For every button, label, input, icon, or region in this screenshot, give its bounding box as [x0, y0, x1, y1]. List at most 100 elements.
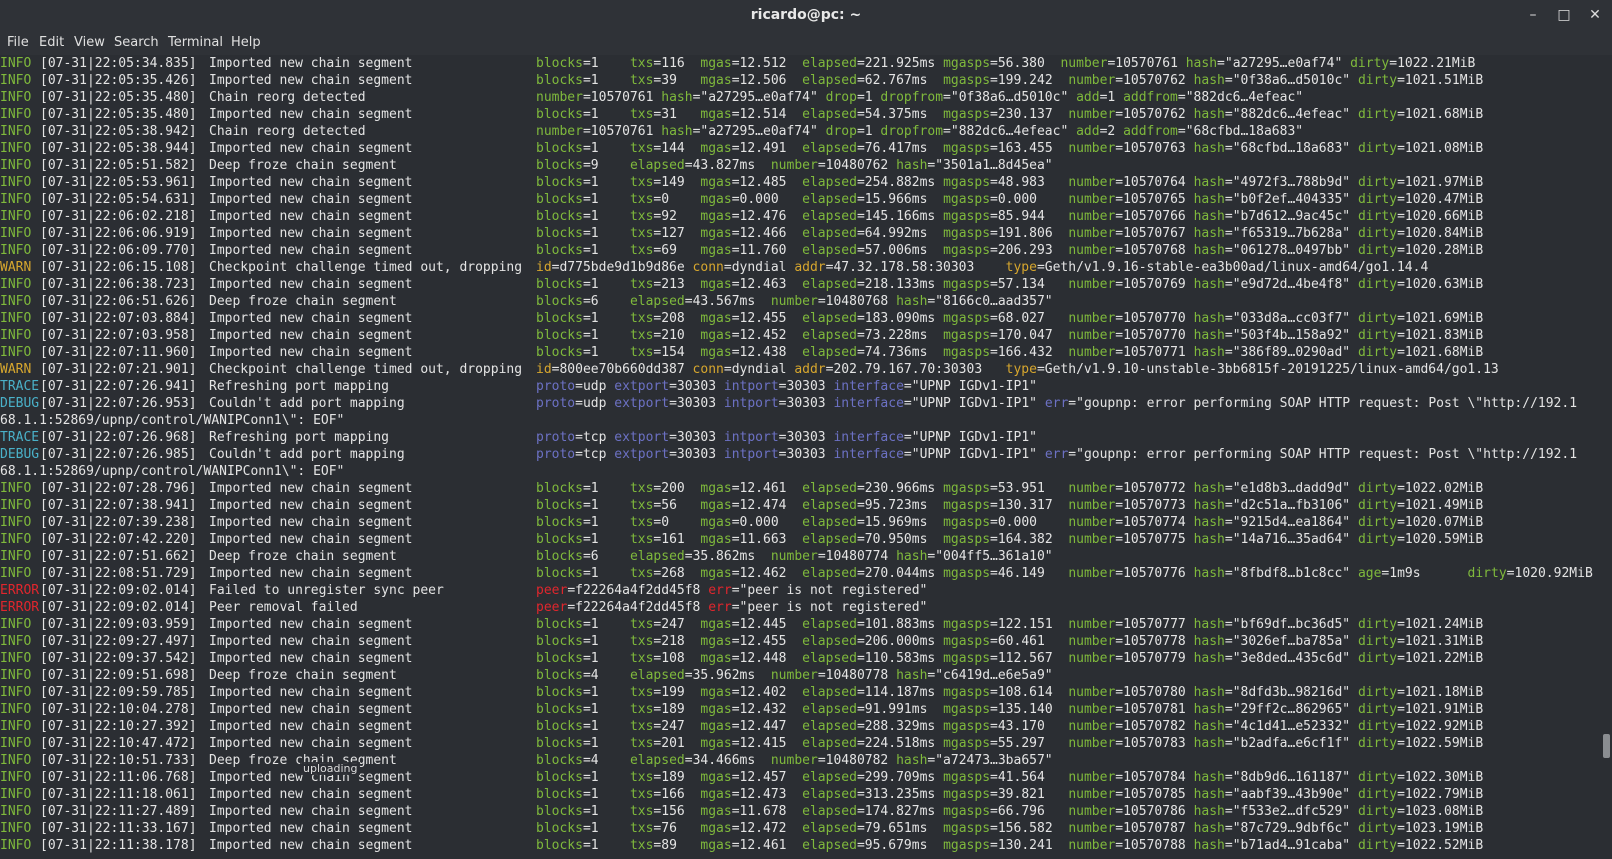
log-fields: blocks=1 txs=247 mgas=12.445 elapsed=101… — [536, 617, 1484, 632]
log-message: Checkpoint challenge timed out, dropping — [209, 362, 523, 377]
log-message: Imported new chain segment — [209, 311, 413, 326]
log-message: Imported new chain segment — [209, 141, 413, 156]
log-level: INFO — [0, 753, 32, 768]
log-timestamp: [07-31|22:07:21.901] — [40, 362, 197, 377]
scrollbar-thumb[interactable] — [1603, 734, 1610, 758]
log-level: INFO — [0, 719, 32, 734]
log-line: INFO [07-31|22:05:34.835] Imported new cha… — [0, 55, 1600, 72]
log-fields: blocks=1 txs=69 mgas=11.760 elapsed=57.0… — [536, 243, 1484, 258]
log-fields: blocks=1 txs=149 mgas=12.485 elapsed=254… — [536, 175, 1484, 190]
log-level: INFO — [0, 243, 32, 258]
log-line: INFO [07-31|22:06:51.626] Deep froze chain… — [0, 293, 1600, 310]
log-message: Deep froze chain segment — [209, 668, 397, 683]
maximize-icon[interactable]: □ — [1553, 4, 1575, 26]
log-message: Imported new chain segment — [209, 685, 413, 700]
menu-search[interactable]: Search — [114, 35, 159, 50]
log-message: Deep froze chain segment — [209, 549, 397, 564]
log-level: INFO — [0, 311, 32, 326]
log-timestamp: [07-31|22:11:38.178] — [40, 838, 197, 853]
log-line: INFO [07-31|22:05:53.961] Imported new cha… — [0, 174, 1600, 191]
log-level: INFO — [0, 804, 32, 819]
log-line: INFO [07-31|22:05:38.942] Chain reorg dete… — [0, 123, 1600, 140]
log-message: Deep froze chain segment — [209, 294, 397, 309]
log-fields: blocks=1 txs=166 mgas=12.473 elapsed=313… — [536, 787, 1484, 802]
log-fields: proto=udp extport=30303 intport=30303 in… — [536, 396, 1578, 411]
log-fields: blocks=1 txs=268 mgas=12.462 elapsed=270… — [536, 566, 1593, 581]
log-message: Imported new chain segment — [209, 736, 413, 751]
log-line: 68.1.1:52869/upnp/control/WANIPConn1\": … — [0, 412, 1600, 429]
log-timestamp: [07-31|22:09:37.542] — [40, 651, 197, 666]
log-level: INFO — [0, 175, 32, 190]
log-message: Imported new chain segment — [209, 243, 413, 258]
log-timestamp: [07-31|22:11:06.768] — [40, 770, 197, 785]
log-level: INFO — [0, 107, 32, 122]
log-line: WARN [07-31|22:07:21.901] Checkpoint chall… — [0, 361, 1600, 378]
log-line: INFO [07-31|22:06:09.770] Imported new cha… — [0, 242, 1600, 259]
title-bar: ricardo@pc: ~ – □ ✕ — [0, 0, 1612, 31]
log-message: Imported new chain segment — [209, 107, 413, 122]
log-timestamp: [07-31|22:11:27.489] — [40, 804, 197, 819]
log-fields: blocks=1 txs=56 mgas=12.474 elapsed=95.7… — [536, 498, 1484, 513]
log-fields: blocks=1 txs=144 mgas=12.491 elapsed=76.… — [536, 141, 1484, 156]
scrollbar[interactable] — [1600, 55, 1612, 859]
log-level: INFO — [0, 702, 32, 717]
log-timestamp: [07-31|22:07:38.941] — [40, 498, 197, 513]
log-message: Imported new chain segment — [209, 821, 413, 836]
log-timestamp: [07-31|22:05:38.942] — [40, 124, 197, 139]
log-timestamp: [07-31|22:07:03.884] — [40, 311, 197, 326]
log-timestamp: [07-31|22:09:03.959] — [40, 617, 197, 632]
log-line: INFO [07-31|22:05:35.426] Imported new cha… — [0, 72, 1600, 89]
log-level: TRACE — [0, 430, 40, 445]
log-timestamp: [07-31|22:11:33.167] — [40, 821, 197, 836]
log-line: INFO [07-31|22:10:27.392] Imported new cha… — [0, 718, 1600, 735]
log-message: Refreshing port mapping — [209, 430, 390, 445]
log-message: Imported new chain segment — [209, 651, 413, 666]
log-timestamp: [07-31|22:05:34.835] — [40, 56, 197, 71]
log-fields: blocks=1 txs=89 mgas=12.461 elapsed=95.6… — [536, 838, 1484, 853]
menu-terminal[interactable]: Terminal — [168, 35, 223, 50]
close-icon[interactable]: ✕ — [1584, 4, 1606, 26]
log-timestamp: [07-31|22:05:51.582] — [40, 158, 197, 173]
log-line: TRACE [07-31|22:07:26.968] Refreshing port… — [0, 429, 1600, 446]
log-message: Deep froze chain segment — [209, 158, 397, 173]
log-level: INFO — [0, 566, 32, 581]
menu-help[interactable]: Help — [231, 35, 261, 50]
log-timestamp: [07-31|22:11:18.061] — [40, 787, 197, 802]
log-message: Imported new chain segment — [209, 277, 413, 292]
log-timestamp: [07-31|22:07:11.960] — [40, 345, 197, 360]
log-level: INFO — [0, 209, 32, 224]
log-fields: blocks=1 txs=156 mgas=11.678 elapsed=174… — [536, 804, 1484, 819]
log-level: INFO — [0, 226, 32, 241]
terminal-output[interactable]: INFO [07-31|22:05:34.835] Imported new cha… — [0, 55, 1600, 859]
log-line: INFO [07-31|22:11:27.489] Imported new cha… — [0, 803, 1600, 820]
log-line: ERROR [07-31|22:09:02.014] Peer removal fa… — [0, 599, 1600, 616]
log-line: INFO [07-31|22:11:06.768] Imported new cha… — [0, 769, 1600, 786]
log-message: Imported new chain segment — [209, 634, 413, 649]
menu-file[interactable]: File — [7, 35, 29, 50]
log-timestamp: [07-31|22:10:51.733] — [40, 753, 197, 768]
log-level: INFO — [0, 141, 32, 156]
menu-view[interactable]: View — [74, 35, 105, 50]
log-level: INFO — [0, 90, 32, 105]
log-fields: blocks=1 txs=247 mgas=12.447 elapsed=288… — [536, 719, 1484, 734]
log-timestamp: [07-31|22:06:06.919] — [40, 226, 197, 241]
menu-edit[interactable]: Edit — [39, 35, 64, 50]
log-timestamp: [07-31|22:06:02.218] — [40, 209, 197, 224]
log-line: INFO [07-31|22:06:06.919] Imported new cha… — [0, 225, 1600, 242]
log-line: INFO [07-31|22:11:38.178] Imported new cha… — [0, 837, 1600, 854]
log-wrap: 68.1.1:52869/upnp/control/WANIPConn1\": … — [0, 413, 345, 428]
log-line: INFO [07-31|22:07:42.220] Imported new cha… — [0, 531, 1600, 548]
log-fields: blocks=1 txs=189 mgas=12.432 elapsed=91.… — [536, 702, 1484, 717]
log-line: INFO [07-31|22:06:02.218] Imported new cha… — [0, 208, 1600, 225]
log-message: Checkpoint challenge timed out, dropping — [209, 260, 523, 275]
log-level: INFO — [0, 515, 32, 530]
log-message: Imported new chain segment — [209, 617, 413, 632]
log-fields: blocks=6 elapsed=35.862ms number=1048077… — [536, 549, 1053, 564]
log-fields: blocks=1 txs=92 mgas=12.476 elapsed=145.… — [536, 209, 1484, 224]
log-fields: blocks=1 txs=127 mgas=12.466 elapsed=64.… — [536, 226, 1484, 241]
minimize-icon[interactable]: – — [1522, 4, 1544, 26]
log-level: INFO — [0, 617, 32, 632]
log-message: Couldn't add port mapping — [209, 396, 405, 411]
log-message: Imported new chain segment — [209, 226, 413, 241]
log-timestamp: [07-31|22:09:51.698] — [40, 668, 197, 683]
